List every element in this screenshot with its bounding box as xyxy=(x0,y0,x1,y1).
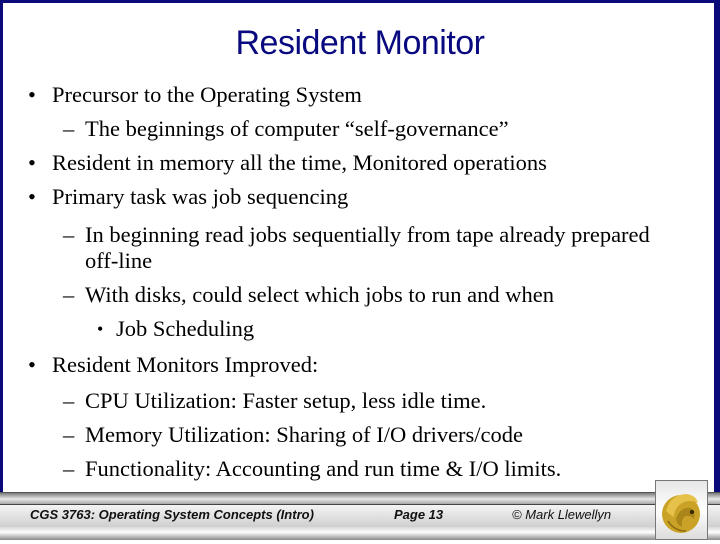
dash-marker: – xyxy=(63,222,75,247)
logo-box xyxy=(655,480,708,540)
slide-border-left xyxy=(0,0,3,492)
dash-marker: – xyxy=(63,282,75,307)
footer-stripe-bottom xyxy=(0,527,720,540)
bullet-text-level-1: Primary task was job sequencing xyxy=(52,184,349,209)
slide-border-right xyxy=(714,0,720,492)
slide-border-top xyxy=(0,0,720,3)
bullet-marker: • xyxy=(97,319,104,339)
footer-page-number: Page 13 xyxy=(394,507,444,522)
bullet-marker: • xyxy=(28,82,36,107)
bullet-text-level-2: In beginning read jobs sequentially from… xyxy=(85,222,650,247)
footer-course: CGS 3763: Operating System Concepts (Int… xyxy=(30,507,314,522)
bullet-text-level-2: off-line xyxy=(85,248,153,273)
bullet-text-level-2: Functionality: Accounting and run time &… xyxy=(85,456,562,481)
dash-marker: – xyxy=(63,422,75,447)
bullet-text-level-2: CPU Utilization: Faster setup, less idle… xyxy=(85,388,487,413)
bullet-text-level-1: Resident in memory all the time, Monitor… xyxy=(52,150,547,175)
slide: Resident Monitor • Precursor to the Opera… xyxy=(0,0,720,540)
bullet-text-level-1: Precursor to the Operating System xyxy=(52,82,362,107)
bullet-text-level-1: Resident Monitors Improved: xyxy=(52,352,319,377)
bullet-marker: • xyxy=(28,184,36,209)
slide-title: Resident Monitor xyxy=(235,24,485,62)
bullet-marker: • xyxy=(28,150,36,175)
bullet-marker: • xyxy=(28,352,36,377)
bullet-text-level-2: Memory Utilization: Sharing of I/O drive… xyxy=(85,422,524,447)
bullet-text-level-3: Job Scheduling xyxy=(116,316,255,341)
dash-marker: – xyxy=(63,116,75,141)
footer-copyright: © Mark Llewellyn xyxy=(512,507,612,522)
pegasus-logo-icon xyxy=(662,494,700,533)
bullet-text-level-2: With disks, could select which jobs to r… xyxy=(85,282,555,307)
dash-marker: – xyxy=(63,456,75,481)
dash-marker: – xyxy=(63,388,75,413)
bullet-text-level-2: The beginnings of computer “self-governa… xyxy=(85,116,509,141)
